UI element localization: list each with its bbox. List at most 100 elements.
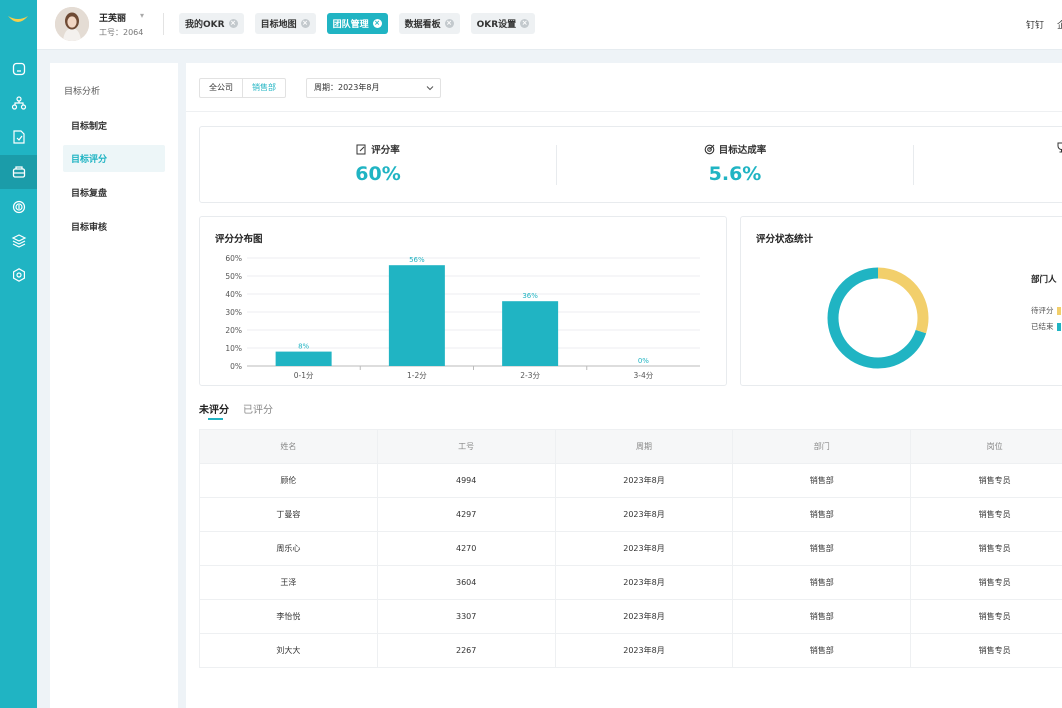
bar-chart: 0% 10% 20% 30% 40% 50% 60% 8% 0-1分 56% 1-2分 36% 2-3分… — [225, 254, 700, 380]
column-header: 周期 — [555, 429, 734, 464]
legend-label: 已结束 — [1031, 322, 1054, 331]
scope-dept-button[interactable]: 销售部 — [242, 79, 285, 97]
table-cell: 销售专员 — [910, 633, 1062, 668]
table-cell: 销售部 — [732, 463, 912, 498]
home-icon[interactable] — [0, 52, 37, 86]
close-icon[interactable]: × — [228, 19, 238, 28]
table-row[interactable]: 王泽 3604 2023年8月 销售部 销售专员 — [199, 565, 1062, 600]
table-cell: 2023年8月 — [555, 633, 734, 668]
avatar[interactable] — [55, 7, 89, 41]
y-tick-label: 60% — [225, 254, 242, 263]
kpi-value: 60% — [355, 163, 401, 185]
tab-team-management[interactable]: 团队管理 × — [326, 13, 388, 34]
kpi-value: 5.6% — [708, 163, 762, 185]
tab-rated[interactable]: 已评分 — [243, 401, 273, 416]
table-row[interactable]: 李怡悦 3307 2023年8月 销售部 销售专员 — [199, 599, 1062, 634]
user-name[interactable]: 王芙丽 — [99, 11, 126, 24]
table-cell: 周乐心 — [199, 531, 378, 566]
subnav-item-goal-scoring[interactable]: 目标评分 — [63, 145, 165, 172]
legend-swatch — [1056, 323, 1061, 331]
table-cell: 3307 — [377, 599, 556, 634]
table-cell: 销售部 — [732, 497, 912, 532]
subnav-item-goal-review[interactable]: 目标复盘 — [63, 179, 165, 206]
column-header: 岗位 — [910, 429, 1062, 464]
tab-okr-settings[interactable]: OKR设置 × — [470, 13, 536, 34]
kpi-panel: 评分率 60% 目标达成率 5.6% — [199, 126, 1062, 203]
table-cell: 销售部 — [732, 531, 912, 566]
kpi-label: 评分率 — [371, 145, 400, 156]
data-label: 56% — [409, 256, 425, 264]
tab-unrated[interactable]: 未评分 — [199, 401, 229, 416]
table-cell: 李怡悦 — [199, 599, 378, 634]
x-tick-label: 2-3分 — [520, 371, 540, 380]
score-distribution-card: 评分分布图 0% 10% 20% 30% 40% 50% 60% 8% 0-1分 56% 1-2分 3… — [199, 216, 727, 386]
subnav-item-goal-audit[interactable]: 目标审核 — [63, 213, 165, 240]
main-panel: 全公司 销售部 周期：2023年8月 评分率 60% 目标达成率 5.6% 评分… — [186, 63, 1062, 708]
subnav-item-goal-setting[interactable]: 目标制定 — [63, 112, 165, 139]
data-label: 36% — [522, 292, 538, 300]
tab-label: 数据看板 — [404, 20, 441, 30]
score-status-card: 评分状态统计 部门人 待评分 已结束 — [740, 216, 1062, 386]
table-cell: 2023年8月 — [555, 599, 734, 634]
table-cell: 刘大大 — [199, 633, 378, 668]
data-label: 0% — [638, 357, 649, 365]
divider — [163, 13, 164, 35]
trophy-icon — [1057, 142, 1062, 153]
close-icon[interactable]: × — [372, 19, 382, 28]
close-icon[interactable]: × — [300, 19, 310, 28]
tab-my-okr[interactable]: 我的OKR × — [179, 13, 244, 34]
table-cell: 2023年8月 — [555, 565, 734, 600]
table-cell: 2023年8月 — [555, 497, 734, 532]
target-icon — [704, 144, 715, 154]
close-icon[interactable]: × — [444, 19, 454, 28]
tab-label: 目标地图 — [260, 20, 297, 30]
org-tree-icon[interactable] — [0, 86, 37, 120]
list-tabs: 未评分 已评分 — [199, 401, 273, 420]
layers-icon[interactable] — [0, 224, 37, 258]
edit-icon — [356, 144, 366, 154]
table-cell: 2023年8月 — [555, 531, 734, 566]
kpi-rating-rate: 评分率 60% — [200, 127, 556, 202]
enterprise-link[interactable]: 企 — [1057, 18, 1062, 31]
table-row[interactable]: 周乐心 4270 2023年8月 销售部 销售专员 — [199, 531, 1062, 566]
y-tick-label: 0% — [230, 362, 242, 371]
table-cell: 4297 — [377, 497, 556, 532]
period-select[interactable]: 周期：2023年8月 — [306, 78, 441, 98]
scope-selector: 全公司 销售部 — [199, 78, 286, 98]
table-cell: 王泽 — [199, 565, 378, 600]
table-row[interactable]: 刘大大 2267 2023年8月 销售部 销售专员 — [199, 633, 1062, 668]
tab-dashboard[interactable]: 数据看板 × — [398, 13, 460, 34]
divider — [186, 111, 1062, 112]
table-cell: 销售部 — [732, 633, 912, 668]
fingerprint-icon[interactable] — [0, 190, 37, 224]
y-tick-label: 20% — [225, 326, 242, 335]
bar — [502, 301, 559, 366]
dingtalk-link[interactable]: 钉钉 — [1026, 18, 1044, 31]
table-row[interactable]: 丁曼容 4297 2023年8月 销售部 销售专员 — [199, 497, 1062, 532]
data-label: 8% — [298, 343, 309, 351]
table-cell: 2023年8月 — [555, 463, 734, 498]
tab-label: OKR设置 — [476, 20, 517, 30]
card-title: 评分状态统计 — [756, 234, 814, 245]
sub-nav: 目标分析 目标制定 目标评分 目标复盘 目标审核 — [50, 63, 178, 708]
table-header-row: 姓名 工号 周期 部门 岗位 — [199, 429, 1062, 464]
bar — [275, 351, 332, 366]
legend-swatch — [1056, 307, 1061, 315]
tab-label: 团队管理 — [332, 20, 369, 30]
chevron-down-icon[interactable]: ▾ — [140, 11, 144, 20]
team-icon[interactable] — [0, 155, 37, 189]
column-header: 部门 — [732, 429, 912, 464]
table-cell: 销售部 — [732, 599, 912, 634]
table-row[interactable]: 顾伦 4994 2023年8月 销售部 销售专员 — [199, 463, 1062, 498]
table-cell: 销售专员 — [910, 599, 1062, 634]
scope-all-button[interactable]: 全公司 — [200, 79, 242, 97]
tab-goal-map[interactable]: 目标地图 × — [254, 13, 316, 34]
column-header: 工号 — [377, 429, 556, 464]
table-cell: 顾伦 — [199, 463, 378, 498]
tab-label: 我的OKR — [185, 20, 225, 30]
table-cell: 销售部 — [732, 565, 912, 600]
close-icon[interactable]: × — [520, 19, 530, 28]
document-icon[interactable] — [0, 120, 37, 154]
tab-indicator — [208, 418, 223, 420]
settings-icon[interactable] — [0, 258, 37, 292]
